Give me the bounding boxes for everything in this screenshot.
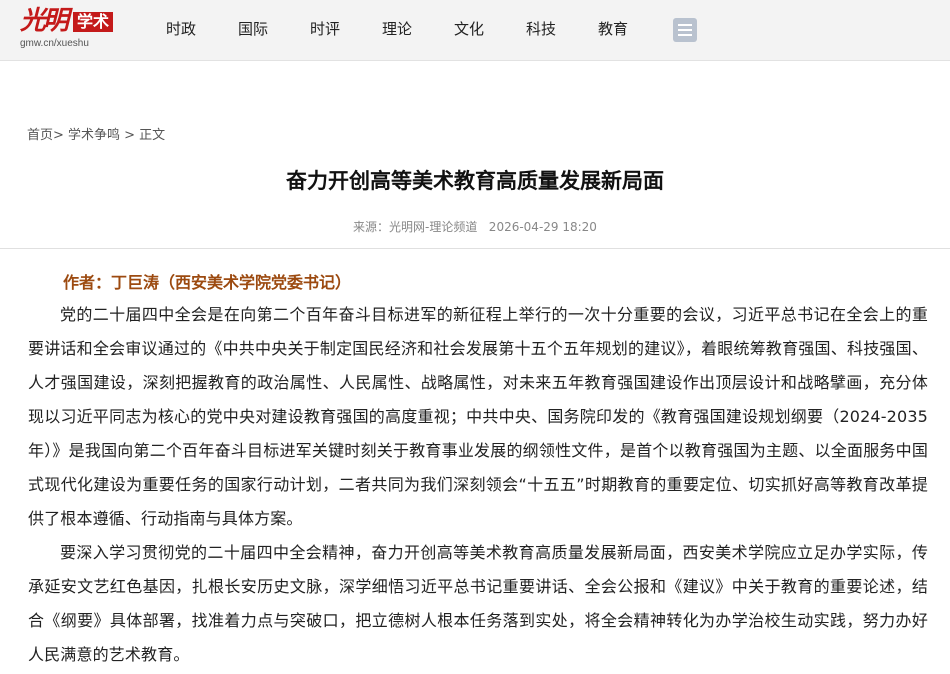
main-nav: 时政 国际 时评 理论 文化 科技 教育 — [145, 0, 649, 60]
logo-script: 光明 — [20, 6, 69, 36]
article-body: 作者：丁巨涛（西安美术学院党委书记） 党的二十届四中全会是在向第二个百年奋斗目标… — [28, 270, 928, 672]
header-divider — [0, 248, 950, 249]
nav-item-politics[interactable]: 时政 — [145, 0, 217, 60]
article-author: 作者：丁巨涛（西安美术学院党委书记） — [63, 273, 352, 292]
article-title: 奋力开创高等美术教育高质量发展新局面 — [286, 169, 664, 193]
site-logo[interactable]: 光明 学术 gmw.cn/xueshu — [20, 6, 120, 52]
top-header: 光明 学术 gmw.cn/xueshu 时政 国际 时评 理论 文化 科技 教育 — [0, 0, 950, 61]
breadcrumb[interactable]: 首页> 学术争鸣 > 正文 — [27, 124, 165, 143]
nav-item-theory[interactable]: 理论 — [361, 0, 433, 60]
nav-item-education[interactable]: 教育 — [577, 0, 649, 60]
nav-item-technology[interactable]: 科技 — [505, 0, 577, 60]
menu-line — [678, 24, 692, 26]
article-paragraph: 党的二十届四中全会是在向第二个百年奋斗目标进军的新征程上举行的一次十分重要的会议… — [28, 305, 928, 528]
article-paragraph: 要深入学习贯彻党的二十届四中全会精神，奋力开创高等美术教育高质量发展新局面，西安… — [28, 543, 928, 664]
article-meta: 来源：光明网-理论频道 2026-04-29 18:20 — [353, 220, 597, 234]
logo-badge: 学术 — [73, 12, 114, 32]
nav-item-commentary[interactable]: 时评 — [289, 0, 361, 60]
menu-line — [678, 34, 692, 36]
nav-item-culture[interactable]: 文化 — [433, 0, 505, 60]
nav-item-international[interactable]: 国际 — [217, 0, 289, 60]
menu-line — [678, 29, 692, 31]
logo-url: gmw.cn/xueshu — [20, 38, 89, 49]
menu-list-icon[interactable] — [673, 18, 697, 42]
